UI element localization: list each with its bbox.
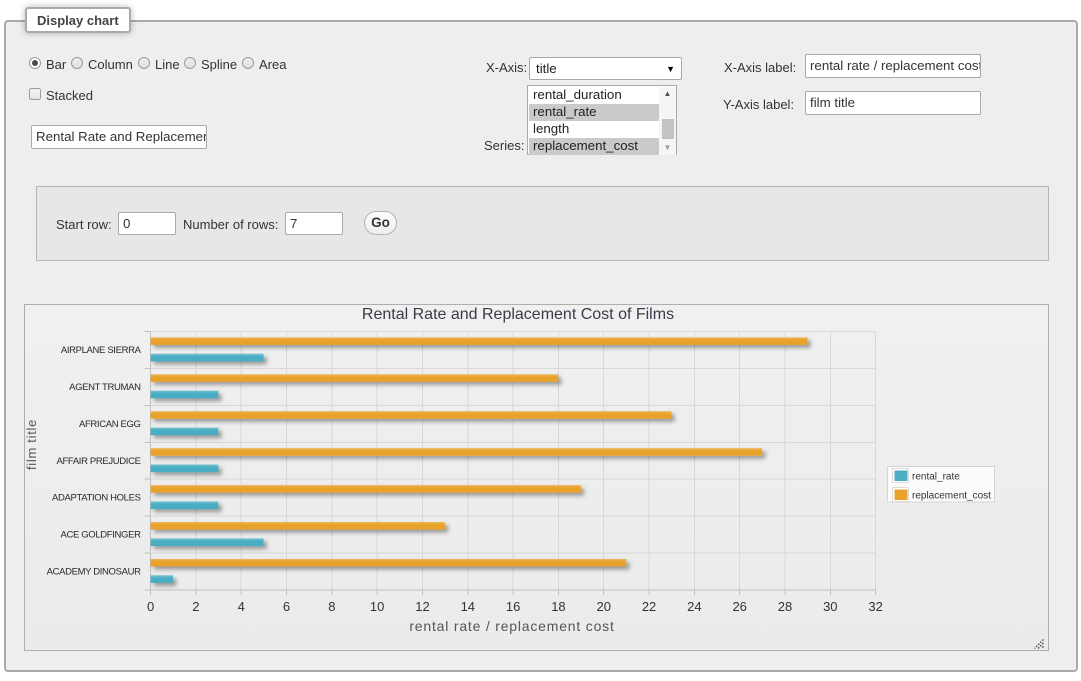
svg-text:AGENT TRUMAN: AGENT TRUMAN [69, 382, 141, 393]
svg-text:26: 26 [732, 599, 746, 614]
svg-text:6: 6 [283, 599, 290, 614]
svg-text:14: 14 [461, 599, 475, 614]
svg-text:18: 18 [551, 599, 565, 614]
svg-text:0: 0 [147, 599, 154, 614]
svg-text:4: 4 [238, 599, 245, 614]
svg-text:20: 20 [597, 599, 611, 614]
svg-text:ACADEMY DINOSAUR: ACADEMY DINOSAUR [47, 567, 141, 578]
svg-text:12: 12 [415, 599, 429, 614]
svg-text:8: 8 [328, 599, 335, 614]
svg-text:16: 16 [506, 599, 520, 614]
svg-text:AFFAIR PREJUDICE: AFFAIR PREJUDICE [56, 456, 140, 467]
svg-text:ADAPTATION HOLES: ADAPTATION HOLES [52, 493, 141, 504]
svg-text:rental_rate: rental_rate [912, 472, 960, 483]
svg-text:28: 28 [778, 599, 792, 614]
svg-text:30: 30 [823, 599, 837, 614]
svg-text:rental rate / replacement cost: rental rate / replacement cost [409, 618, 614, 634]
svg-text:film title: film title [25, 419, 39, 470]
svg-text:AIRPLANE SIERRA: AIRPLANE SIERRA [61, 345, 142, 356]
svg-text:24: 24 [687, 599, 701, 614]
svg-text:replacement_cost: replacement_cost [912, 491, 991, 502]
svg-text:22: 22 [642, 599, 656, 614]
svg-text:ACE GOLDFINGER: ACE GOLDFINGER [61, 530, 142, 541]
svg-text:2: 2 [192, 599, 199, 614]
svg-text:32: 32 [868, 599, 882, 614]
svg-text:10: 10 [370, 599, 384, 614]
svg-text:Rental Rate and Replacement Co: Rental Rate and Replacement Cost of Film… [362, 306, 674, 323]
svg-text:AFRICAN EGG: AFRICAN EGG [79, 419, 141, 430]
